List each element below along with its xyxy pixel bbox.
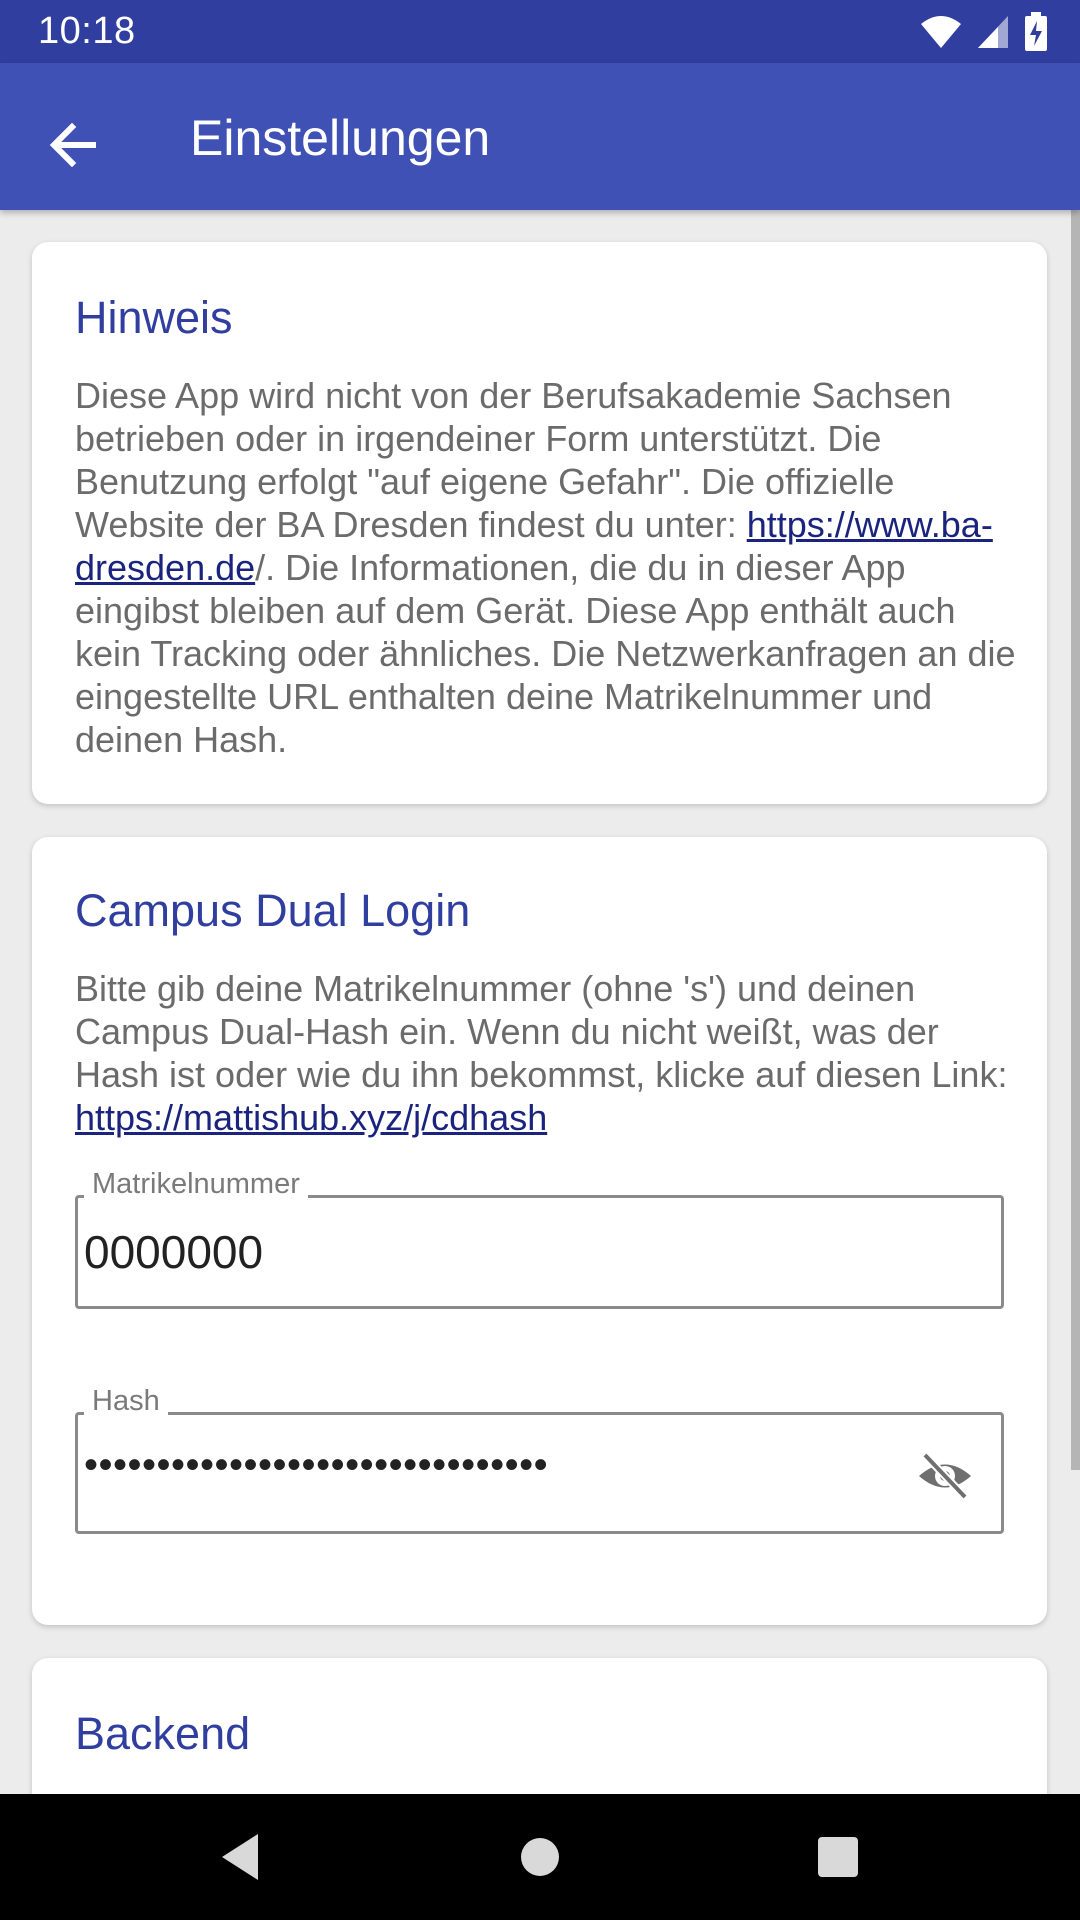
cell-signal-icon: [978, 16, 1008, 48]
nav-back-icon[interactable]: [214, 1830, 268, 1884]
wifi-icon: [921, 16, 961, 48]
campus-dual-text: Bitte gib deine Matrikelnummer (ohne 's'…: [75, 967, 1025, 1139]
visibility-toggle-button[interactable]: [915, 1451, 975, 1501]
settings-content[interactable]: Hinweis Diese App wird nicht von der Ber…: [0, 210, 1080, 1794]
cdhash-link[interactable]: https://mattishub.xyz/j/cdhash: [75, 1097, 547, 1138]
system-nav-bar: [0, 1794, 1080, 1920]
nav-home-icon[interactable]: [513, 1830, 567, 1884]
hash-input[interactable]: ••••••••••••••••••••••••••••••••: [84, 1443, 548, 1488]
status-bar: 10:18: [0, 0, 1080, 63]
status-icons: [920, 12, 1048, 52]
page-title: Einstellungen: [190, 110, 491, 166]
app-bar: Einstellungen: [0, 63, 1080, 210]
battery-charging-icon: [1025, 12, 1047, 51]
backend-title: Backend: [75, 1708, 251, 1759]
scrollbar[interactable]: [1071, 210, 1080, 1470]
nav-recents-icon[interactable]: [811, 1830, 865, 1884]
backend-card: Backend: [32, 1658, 1047, 1794]
arrow-back-icon: [49, 123, 96, 167]
status-time: 10:18: [38, 10, 136, 52]
matrikel-field[interactable]: Matrikelnummer: [75, 1168, 1004, 1309]
visibility-off-icon: [919, 1452, 971, 1500]
hash-label: Hash: [84, 1385, 168, 1418]
campus-dual-text-part1: Bitte gib deine Matrikelnummer (ohne 's'…: [75, 968, 1008, 1095]
campus-dual-title: Campus Dual Login: [75, 885, 471, 936]
hash-field[interactable]: Hash ••••••••••••••••••••••••••••••••: [75, 1385, 1004, 1534]
back-button[interactable]: [30, 103, 114, 187]
matrikel-input[interactable]: [84, 1198, 981, 1306]
hinweis-title: Hinweis: [75, 292, 233, 343]
hinweis-card: Hinweis Diese App wird nicht von der Ber…: [32, 242, 1047, 804]
campus-dual-card: Campus Dual Login Bitte gib deine Matrik…: [32, 837, 1047, 1625]
matrikel-label: Matrikelnummer: [84, 1168, 308, 1201]
hinweis-text: Diese App wird nicht von der Berufsakade…: [75, 374, 1025, 761]
